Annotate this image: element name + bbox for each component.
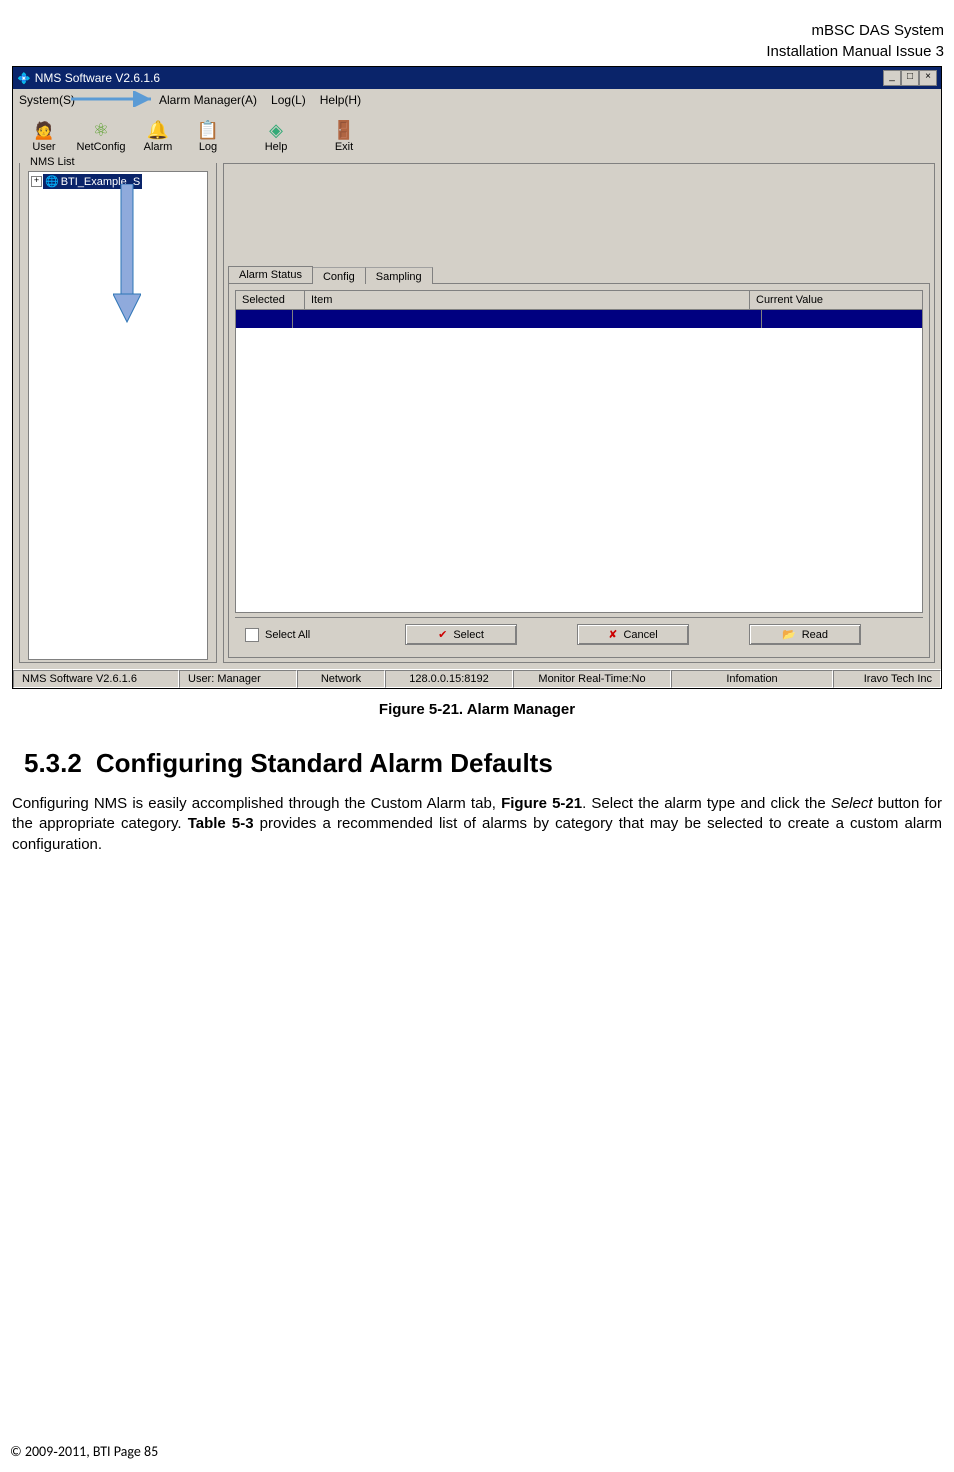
nms-panel-title: NMS List <box>28 156 77 168</box>
cancel-button[interactable]: ✘ Cancel <box>577 624 689 645</box>
help-icon: ◈ <box>269 121 283 139</box>
doc-header-line1: mBSC DAS System <box>10 20 944 41</box>
table-row[interactable] <box>236 310 922 328</box>
select-all-label: Select All <box>265 629 310 641</box>
status-info: Infomation <box>671 670 833 688</box>
body-text-1a: Configuring NMS is easily accomplished t… <box>12 795 501 812</box>
tree-item-bti-example[interactable]: 🌐 BTI_Example_S <box>43 174 142 189</box>
body-paragraph: Configuring NMS is easily accomplished t… <box>10 794 944 855</box>
minimize-button[interactable]: _ <box>883 70 901 86</box>
read-button[interactable]: 📂 Read <box>749 624 861 645</box>
section-number: 5.3.2 <box>24 748 82 778</box>
doc-header-line2: Installation Manual Issue 3 <box>10 41 944 62</box>
toolbar-netconfig-label: NetConfig <box>77 141 126 153</box>
window-titlebar: 💠 NMS Software V2.6.1.6 _ □ × <box>13 67 941 89</box>
right-pane: Alarm Status Config Sampling Selected It… <box>223 163 935 663</box>
menu-log[interactable]: Log(L) <box>271 93 306 107</box>
toolbar-log[interactable]: 📋 Log <box>183 121 233 153</box>
tab-alarm-status[interactable]: Alarm Status <box>228 266 313 283</box>
body-text-1c: . Select the alarm type and click the <box>582 795 831 812</box>
user-icon: 🙍 <box>33 121 55 139</box>
tree-expand-icon[interactable]: + <box>31 176 42 187</box>
toolbar-exit[interactable]: 🚪 Exit <box>319 121 369 153</box>
maximize-button[interactable]: □ <box>901 70 919 86</box>
status-company: Iravo Tech Inc <box>833 670 941 688</box>
status-user: User: Manager <box>179 670 297 688</box>
menu-help[interactable]: Help(H) <box>320 93 361 107</box>
callout-down-arrow-icon <box>113 184 141 324</box>
toolbar-exit-label: Exit <box>335 141 353 153</box>
toolbar-user[interactable]: 🙍 User <box>19 121 69 153</box>
screenshot: 💠 NMS Software V2.6.1.6 _ □ × System(S) … <box>12 66 942 689</box>
check-icon: ✔ <box>438 628 447 641</box>
grid-header-current-value[interactable]: Current Value <box>750 291 922 309</box>
body-ref-figure: Figure 5-21 <box>501 795 582 812</box>
tree-item-label: BTI_Example_S <box>61 176 140 188</box>
close-button[interactable]: × <box>919 70 937 86</box>
cancel-icon: ✘ <box>608 628 617 641</box>
read-button-label: Read <box>802 629 828 641</box>
tab-config[interactable]: Config <box>312 267 366 284</box>
netconfig-icon: ⚛ <box>93 121 109 139</box>
cancel-button-label: Cancel <box>623 629 657 641</box>
menu-alarm-manager[interactable]: Alarm Manager(A) <box>159 93 257 107</box>
menu-system[interactable]: System(S) <box>19 93 75 107</box>
grid-header-item[interactable]: Item <box>305 291 750 309</box>
alarm-grid[interactable]: Selected Item Current Value <box>235 290 923 613</box>
nms-tree[interactable]: + 🌐 BTI_Example_S <box>28 171 208 660</box>
menubar: System(S) Alarm Manager(A) Log(L) Help(H… <box>13 89 941 111</box>
section-heading: 5.3.2 Configuring Standard Alarm Defaults <box>24 748 944 779</box>
callout-arrow-icon <box>71 91 161 107</box>
figure-caption: Figure 5-21. Alarm Manager <box>10 701 944 718</box>
select-all-checkbox[interactable]: Select All <box>245 628 345 642</box>
body-ref-select: Select <box>831 795 873 812</box>
nms-list-panel: NMS List + 🌐 BTI_Example_S <box>19 163 217 663</box>
section-title: Configuring Standard Alarm Defaults <box>96 748 553 778</box>
globe-icon: 🌐 <box>45 175 59 188</box>
window-title: NMS Software V2.6.1.6 <box>35 71 160 85</box>
toolbar-log-label: Log <box>199 141 217 153</box>
statusbar: NMS Software V2.6.1.6 User: Manager Netw… <box>13 669 941 688</box>
toolbar-user-label: User <box>32 141 55 153</box>
status-app: NMS Software V2.6.1.6 <box>13 670 179 688</box>
select-button[interactable]: ✔ Select <box>405 624 517 645</box>
exit-icon: 🚪 <box>333 121 355 139</box>
grid-header-selected[interactable]: Selected <box>236 291 305 309</box>
app-icon: 💠 <box>17 72 31 85</box>
alarm-icon: 🔔 <box>147 121 169 139</box>
toolbar-netconfig[interactable]: ⚛ NetConfig <box>69 121 133 153</box>
body-ref-table: Table 5-3 <box>188 815 254 832</box>
status-monitor: Monitor Real-Time:No <box>513 670 671 688</box>
toolbar-alarm[interactable]: 🔔 Alarm <box>133 121 183 153</box>
toolbar: 🙍 User ⚛ NetConfig 🔔 Alarm 📋 Log ◈ <box>13 111 941 163</box>
folder-open-icon: 📂 <box>782 628 796 641</box>
log-icon: 📋 <box>197 121 219 139</box>
select-button-label: Select <box>453 629 484 641</box>
checkbox-icon[interactable] <box>245 628 259 642</box>
toolbar-alarm-label: Alarm <box>144 141 173 153</box>
toolbar-help-label: Help <box>265 141 288 153</box>
tab-sampling[interactable]: Sampling <box>365 267 433 284</box>
page-footer: © 2009‐2011, BTI Page 85 <box>10 1443 158 1460</box>
status-network: Network <box>297 670 385 688</box>
toolbar-help[interactable]: ◈ Help <box>251 121 301 153</box>
status-ip: 128.0.0.15:8192 <box>385 670 513 688</box>
